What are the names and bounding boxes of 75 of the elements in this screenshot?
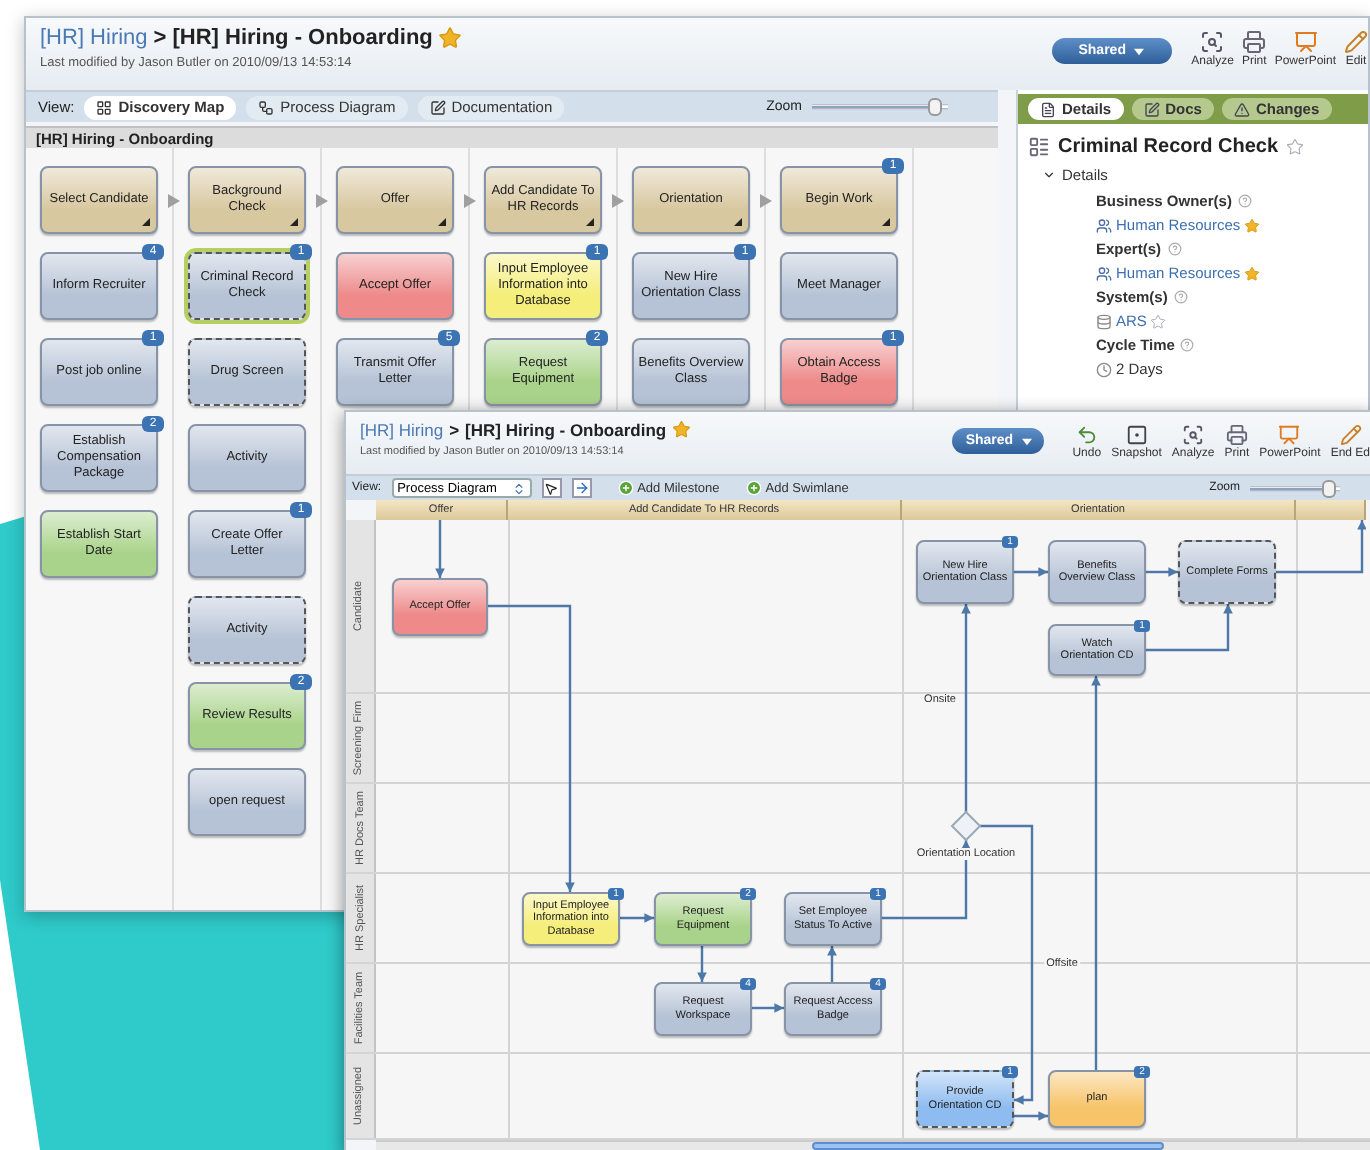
grid-icon (96, 99, 113, 115)
caret-icon (1133, 47, 1144, 55)
star-icon[interactable] (1244, 265, 1261, 281)
list-icon (1028, 136, 1050, 158)
star-icon[interactable] (438, 26, 463, 50)
chevron-icon (612, 194, 624, 208)
breadcrumb-link[interactable]: [HR] Hiring (360, 420, 444, 440)
corner-icon (290, 218, 298, 226)
zoom-slider[interactable] (812, 98, 948, 116)
expand-icon (1042, 168, 1056, 182)
people-icon (1096, 265, 1112, 281)
decision-diamond[interactable] (950, 810, 982, 842)
star-icon[interactable] (672, 420, 692, 440)
pointer-tool-button[interactable] (541, 478, 562, 498)
corner-icon (586, 218, 594, 226)
help-icon[interactable] (1167, 242, 1182, 256)
updown-icon (511, 481, 526, 495)
connector-arrow (827, 946, 837, 982)
connector-arrow (1014, 567, 1048, 577)
arrow-icon (573, 480, 590, 496)
scrollbar-thumb[interactable] (812, 1142, 1164, 1150)
connector-arrow (752, 1003, 784, 1013)
chevron-icon (760, 194, 772, 208)
connector-arrow (1146, 604, 1233, 652)
page-title: [HR] Hiring - Onboarding (465, 420, 667, 440)
zoom-slider[interactable] (1250, 479, 1340, 497)
page-title: [HR] Hiring - Onboarding (172, 26, 433, 50)
warning-icon (1233, 101, 1250, 117)
magnifier-icon (1182, 424, 1205, 446)
undo-icon (1075, 424, 1098, 446)
milestone-header (1296, 500, 1366, 520)
connector-arrow (435, 520, 445, 578)
database-icon (1096, 313, 1112, 329)
connector-arrow (1146, 567, 1178, 577)
people-icon (1096, 217, 1112, 233)
chevron-icon (168, 194, 180, 208)
connector-arrow (882, 840, 971, 920)
corner-icon (734, 218, 742, 226)
connector-arrow (697, 946, 707, 982)
edit-icon (1143, 101, 1160, 117)
corner-icon (438, 218, 446, 226)
details-title: Criminal Record Check (1058, 136, 1279, 158)
breadcrumb-separator: > (449, 420, 460, 440)
pointer-icon (544, 481, 559, 495)
add-icon (617, 480, 634, 496)
help-icon[interactable] (1237, 194, 1252, 208)
caret-icon (1021, 437, 1032, 445)
connector-arrow (620, 913, 654, 923)
add-icon (745, 480, 762, 496)
chevron-icon (464, 194, 476, 208)
clock-icon (1096, 361, 1112, 377)
magnifier-icon (1200, 30, 1225, 54)
presentation-icon (1278, 424, 1301, 446)
pencil-icon (1339, 424, 1362, 446)
connector-arrow (1014, 1111, 1048, 1121)
help-icon[interactable] (1180, 338, 1195, 352)
connector-arrow (1276, 520, 1366, 574)
help-icon[interactable] (1173, 290, 1188, 304)
pencil-icon (1344, 30, 1368, 54)
horizontal-scrollbar[interactable] (376, 1140, 1370, 1150)
connector-tool-button[interactable] (571, 478, 592, 498)
document-icon (1040, 101, 1056, 117)
presentation-icon (1293, 30, 1318, 54)
chevron-icon (316, 194, 328, 208)
star-icon[interactable] (1150, 313, 1167, 329)
corner-icon (882, 218, 890, 226)
star-icon[interactable] (1244, 217, 1261, 233)
printer-icon (1242, 30, 1267, 54)
star-icon[interactable] (1286, 138, 1305, 156)
corner-icon (142, 218, 150, 226)
edit-icon (429, 99, 446, 115)
printer-icon (1225, 424, 1248, 446)
breadcrumb-separator: > (153, 26, 167, 50)
diagram-icon (258, 99, 275, 115)
breadcrumb-link[interactable]: [HR] Hiring (40, 26, 148, 50)
